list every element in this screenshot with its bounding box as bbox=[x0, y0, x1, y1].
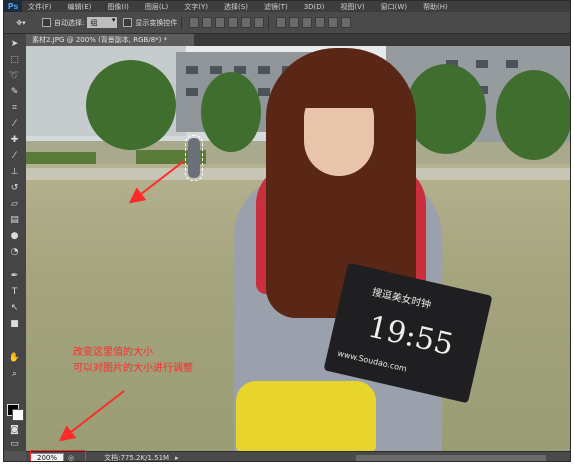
status-bar: 200% ◎ 文档:775.2K/1.51M ▸ bbox=[26, 450, 570, 462]
hand-tool-icon[interactable]: ✋ bbox=[7, 352, 22, 365]
auto-select-label: 自动选择: bbox=[54, 18, 85, 27]
menu-filter[interactable]: 滤镜(T) bbox=[264, 2, 288, 12]
menu-file[interactable]: 文件(F) bbox=[28, 2, 52, 12]
photoshop-window: Ps 文件(F) 编辑(E) 图像(I) 图层(L) 文字(Y) 选择(S) 滤… bbox=[3, 0, 571, 462]
distribute-bottom-icon[interactable] bbox=[302, 17, 313, 28]
options-bar: ✥▾ 自动选择: 组 显示变换控件 bbox=[4, 12, 570, 34]
path-select-tool-icon[interactable]: ↖ bbox=[7, 302, 22, 315]
horizontal-scrollbar[interactable] bbox=[356, 455, 546, 461]
menu-image[interactable]: 图像(I) bbox=[107, 2, 129, 12]
document-tab-title: 素材2.JPG @ 200% (背景副本, RGB/8*) * bbox=[32, 36, 168, 44]
clone-stamp-tool-icon[interactable]: ⊥ bbox=[7, 166, 22, 179]
menu-layer[interactable]: 图层(L) bbox=[145, 2, 168, 12]
quick-select-tool-icon[interactable]: ✎ bbox=[7, 86, 22, 99]
document-tab[interactable]: 素材2.JPG @ 200% (背景副本, RGB/8*) * bbox=[26, 34, 194, 46]
move-tool-icon[interactable]: ➤ bbox=[7, 38, 22, 51]
crop-tool-icon[interactable]: ⌗ bbox=[7, 102, 22, 115]
menu-type[interactable]: 文字(Y) bbox=[184, 2, 208, 12]
auto-select-dropdown[interactable]: 组 bbox=[87, 16, 118, 28]
auto-select-value: 组 bbox=[90, 18, 98, 27]
board-time: 19:55 bbox=[364, 309, 457, 363]
align-left-icon[interactable] bbox=[228, 17, 239, 28]
menu-window[interactable]: 窗口(W) bbox=[381, 2, 407, 12]
board-text-line: 搜逗美女时钟 bbox=[370, 287, 432, 312]
annotation-text-line1: 改变这里值的大小 bbox=[73, 347, 153, 358]
align-vcenter-icon[interactable] bbox=[202, 17, 213, 28]
annotation-text-line2: 可以对图片的大小进行调整 bbox=[73, 363, 193, 374]
show-transform-label: 显示变换控件 bbox=[135, 18, 178, 27]
board-url: www.Soudao.com bbox=[336, 348, 408, 374]
status-menu-arrow-icon[interactable]: ▸ bbox=[175, 454, 179, 461]
divider bbox=[181, 15, 183, 30]
photo-bag bbox=[236, 381, 376, 451]
menu-select[interactable]: 选择(S) bbox=[224, 2, 248, 12]
tool-preset-picker[interactable]: ✥▾ bbox=[6, 15, 36, 30]
shape-tool-icon[interactable]: ■ bbox=[7, 318, 22, 331]
photo-tree bbox=[86, 60, 176, 150]
marquee-tool-icon[interactable]: ⬚ bbox=[7, 54, 22, 67]
eraser-tool-icon[interactable]: ▱ bbox=[7, 198, 22, 211]
document-size-info: 文档:775.2K/1.51M bbox=[104, 454, 170, 462]
photo-tree bbox=[201, 72, 261, 152]
selected-layer-person bbox=[185, 135, 203, 181]
align-top-icon[interactable] bbox=[189, 17, 200, 28]
distribute-top-icon[interactable] bbox=[276, 17, 287, 28]
photo-tree bbox=[406, 64, 486, 154]
photo-bangs bbox=[298, 74, 382, 108]
distribute-left-icon[interactable] bbox=[315, 17, 326, 28]
distribute-right-icon[interactable] bbox=[341, 17, 352, 28]
menu-edit[interactable]: 编辑(E) bbox=[68, 2, 92, 12]
distribute-vcenter-icon[interactable] bbox=[289, 17, 300, 28]
divider bbox=[268, 15, 270, 30]
menu-view[interactable]: 视图(V) bbox=[340, 2, 364, 12]
dodge-tool-icon[interactable]: ◔ bbox=[7, 246, 22, 259]
move-icon: ✥▾ bbox=[16, 18, 26, 27]
auto-select-checkbox[interactable] bbox=[42, 18, 51, 27]
align-hcenter-icon[interactable] bbox=[241, 17, 252, 28]
app-logo: Ps bbox=[4, 1, 22, 12]
align-bottom-icon[interactable] bbox=[215, 17, 226, 28]
toolbox: ➤ ⬚ ➰ ✎ ⌗ ⁄ ✚ ⁄ ⊥ ↺ ▱ ▤ ● ◔ ✒ T ↖ ■ ✋ ⌕ … bbox=[4, 34, 27, 451]
show-transform-checkbox[interactable] bbox=[123, 18, 133, 27]
document-tab-bar: 素材2.JPG @ 200% (背景副本, RGB/8*) * bbox=[26, 34, 570, 46]
photo-tree bbox=[496, 70, 570, 160]
menu-help[interactable]: 帮助(H) bbox=[423, 2, 448, 12]
menu-3d[interactable]: 3D(D) bbox=[304, 3, 325, 11]
type-tool-icon[interactable]: T bbox=[7, 286, 22, 299]
menu-bar: Ps 文件(F) 编辑(E) 图像(I) 图层(L) 文字(Y) 选择(S) 滤… bbox=[4, 1, 570, 12]
eyedropper-tool-icon[interactable]: ⁄ bbox=[7, 118, 22, 131]
align-right-icon[interactable] bbox=[254, 17, 265, 28]
brush-tool-icon[interactable]: ⁄ bbox=[7, 150, 22, 163]
quick-mask-icon[interactable]: ◙ bbox=[7, 424, 22, 437]
distribute-hcenter-icon[interactable] bbox=[328, 17, 339, 28]
background-color-swatch[interactable] bbox=[12, 409, 24, 421]
zoom-tool-icon[interactable]: ⌕ bbox=[7, 368, 22, 381]
lasso-tool-icon[interactable]: ➰ bbox=[7, 70, 22, 83]
gradient-tool-icon[interactable]: ▤ bbox=[7, 214, 22, 227]
blur-tool-icon[interactable]: ● bbox=[7, 230, 22, 243]
screen-mode-icon[interactable]: ▭ bbox=[7, 438, 22, 451]
document-canvas[interactable]: 搜逗美女时钟 19:55 www.Soudao.com 改变这里值的大小 可以对… bbox=[26, 46, 570, 451]
history-brush-tool-icon[interactable]: ↺ bbox=[7, 182, 22, 195]
healing-brush-tool-icon[interactable]: ✚ bbox=[7, 134, 22, 147]
annotation-highlight-box bbox=[30, 450, 86, 461]
pen-tool-icon[interactable]: ✒ bbox=[7, 270, 22, 283]
